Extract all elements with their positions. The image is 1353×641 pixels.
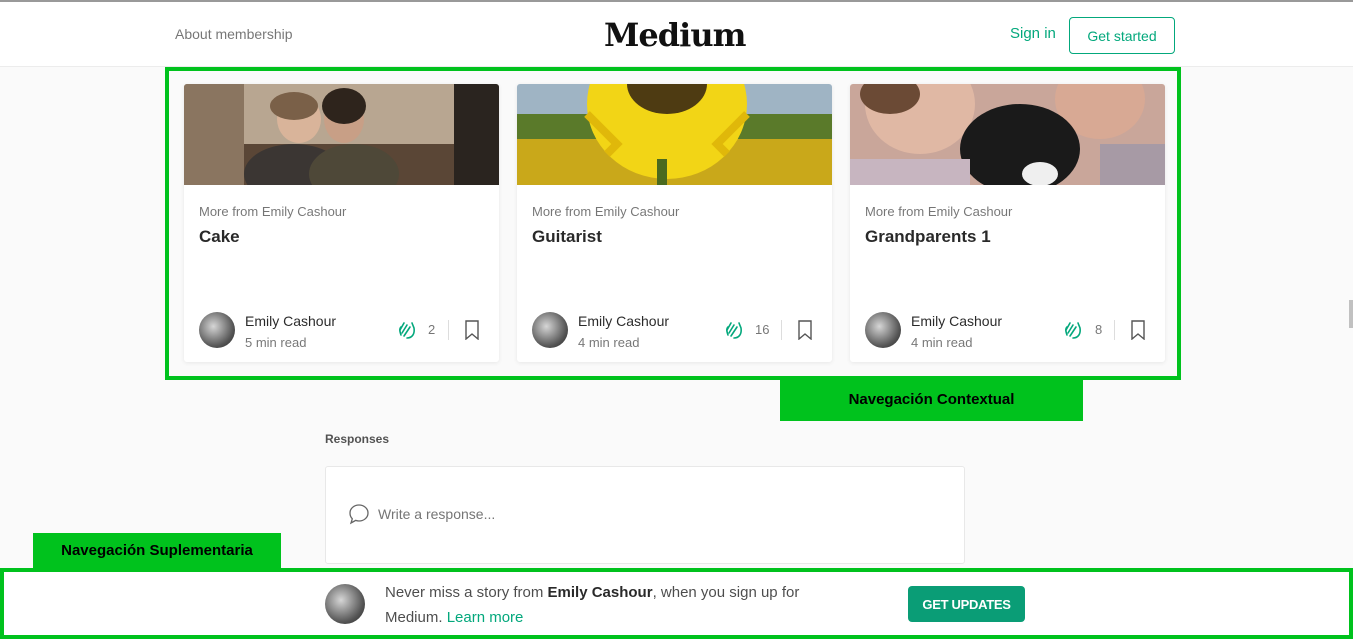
responses-heading: Responses bbox=[325, 432, 390, 446]
about-membership-link[interactable]: About membership bbox=[175, 26, 293, 42]
speech-bubble-icon bbox=[349, 504, 369, 525]
message-prefix: Never miss a story from bbox=[385, 584, 548, 601]
medium-logo[interactable]: Medium bbox=[604, 16, 746, 54]
contextual-navigation-label: Navegación Contextual bbox=[780, 378, 1083, 421]
author-avatar[interactable] bbox=[325, 584, 365, 624]
supplementary-navigation-label: Navegación Suplementaria bbox=[33, 533, 281, 568]
contextual-navigation-highlight bbox=[165, 67, 1181, 380]
sign-in-link[interactable]: Sign in bbox=[1010, 25, 1056, 42]
get-started-button[interactable]: Get started bbox=[1069, 17, 1175, 54]
sign-up-message: Never miss a story from Emily Cashour, w… bbox=[385, 580, 855, 630]
get-updates-button[interactable]: GET UPDATES bbox=[908, 586, 1025, 622]
top-navigation-bar: About membership Medium Sign in Get star… bbox=[0, 0, 1353, 67]
author-name[interactable]: Emily Cashour bbox=[548, 584, 653, 601]
learn-more-link[interactable]: Learn more bbox=[447, 609, 524, 626]
response-input[interactable] bbox=[378, 506, 778, 522]
scrollbar-thumb[interactable] bbox=[1349, 300, 1353, 328]
